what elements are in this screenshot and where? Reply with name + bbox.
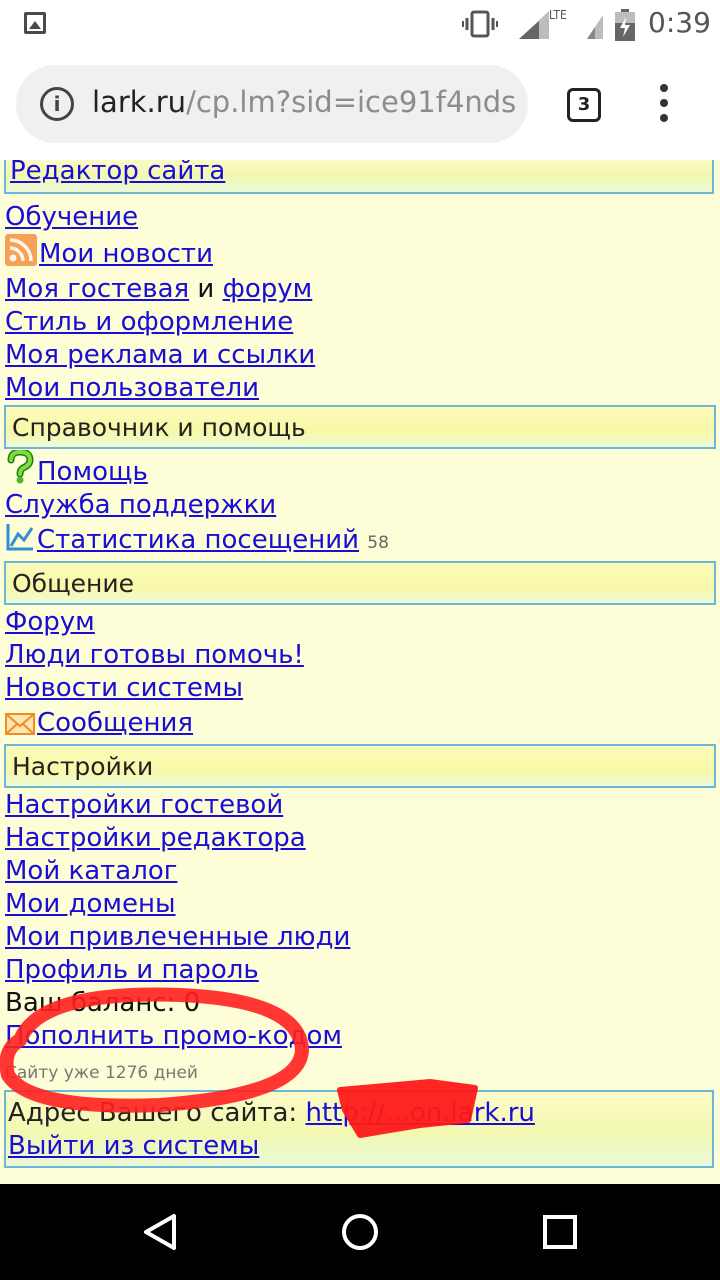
site-address-link[interactable]: http://...on.lark.ru <box>305 1098 534 1128</box>
signal-icon <box>519 11 549 39</box>
promo-code-link[interactable]: Пополнить промо-кодом <box>5 1021 342 1051</box>
and-text: и <box>189 274 223 304</box>
image-notification-icon <box>24 12 46 34</box>
back-icon[interactable] <box>140 1212 180 1252</box>
site-editor-link[interactable]: Редактор сайта <box>10 160 225 186</box>
section-settings-header: Настройки <box>4 744 716 788</box>
status-bar: LTE 0:39 <box>0 0 720 52</box>
recents-icon[interactable] <box>542 1214 578 1250</box>
page-content: Редактор сайта Обучение Мои новости Моя … <box>0 160 720 1184</box>
helpers-link[interactable]: Люди готовы помочь! <box>5 640 304 670</box>
footer-box: Адрес Вашего сайта: http://...on.lark.ru… <box>4 1090 714 1168</box>
my-guestbook-link[interactable]: Моя гостевая <box>5 274 189 304</box>
editor-box: Редактор сайта <box>4 160 714 194</box>
balance-text: Ваш баланс: 0 <box>5 988 201 1018</box>
learning-link[interactable]: Обучение <box>5 202 138 232</box>
rss-icon <box>5 234 37 266</box>
address-bar[interactable]: i lark.ru/cp.lm?sid=ice91f4nds <box>16 65 528 143</box>
referrals-link[interactable]: Мои привлеченные люди <box>5 922 350 952</box>
overflow-menu-icon[interactable] <box>658 84 670 126</box>
info-icon[interactable]: i <box>40 87 74 121</box>
tab-switcher-button[interactable]: 3 <box>567 88 601 122</box>
messages-link[interactable]: Сообщения <box>37 708 193 738</box>
support-link[interactable]: Служба поддержки <box>5 490 276 520</box>
site-address-label: Адрес Вашего сайта: <box>8 1098 306 1128</box>
logout-link[interactable]: Выйти из системы <box>8 1131 259 1161</box>
stats-chart-icon <box>6 524 34 551</box>
editor-settings-link[interactable]: Настройки редактора <box>5 823 306 853</box>
my-users-link[interactable]: Мои пользователи <box>5 373 259 403</box>
battery-icon <box>615 9 635 41</box>
url-text[interactable]: lark.ru/cp.lm?sid=ice91f4nds <box>92 85 516 119</box>
ads-links-link[interactable]: Моя реклама и ссылки <box>5 340 315 370</box>
secondary-signal-icon <box>587 15 603 39</box>
my-news-link[interactable]: Мои новости <box>39 239 213 269</box>
browser-toolbar: i lark.ru/cp.lm?sid=ice91f4nds 3 <box>0 52 720 160</box>
vibrate-icon <box>462 10 498 38</box>
network-type-label: LTE <box>549 8 567 22</box>
envelope-icon <box>5 713 35 735</box>
stats-count: 58 <box>367 533 389 553</box>
style-link[interactable]: Стиль и оформление <box>5 307 293 337</box>
navigation-bar <box>0 1184 720 1280</box>
section-communication-header: Общение <box>4 561 716 605</box>
forum-main-link[interactable]: Форум <box>5 607 95 637</box>
section-help-header: Справочник и помощь <box>4 405 716 449</box>
site-age-text: Сайту уже 1276 дней <box>5 1063 198 1083</box>
url-host: lark.ru <box>92 85 187 119</box>
help-link[interactable]: Помощь <box>37 457 148 487</box>
catalog-link[interactable]: Мой каталог <box>5 856 177 886</box>
home-icon[interactable] <box>340 1212 380 1252</box>
profile-password-link[interactable]: Профиль и пароль <box>5 955 259 985</box>
question-icon <box>7 450 34 484</box>
url-path: /cp.lm?sid=ice91f4nds <box>186 85 517 119</box>
system-news-link[interactable]: Новости системы <box>5 673 243 703</box>
domains-link[interactable]: Мои домены <box>5 889 176 919</box>
clock: 0:39 <box>648 6 711 39</box>
guestbook-settings-link[interactable]: Настройки гостевой <box>5 790 283 820</box>
stats-link[interactable]: Статистика посещений <box>37 525 359 555</box>
forum-link[interactable]: форум <box>223 274 313 304</box>
